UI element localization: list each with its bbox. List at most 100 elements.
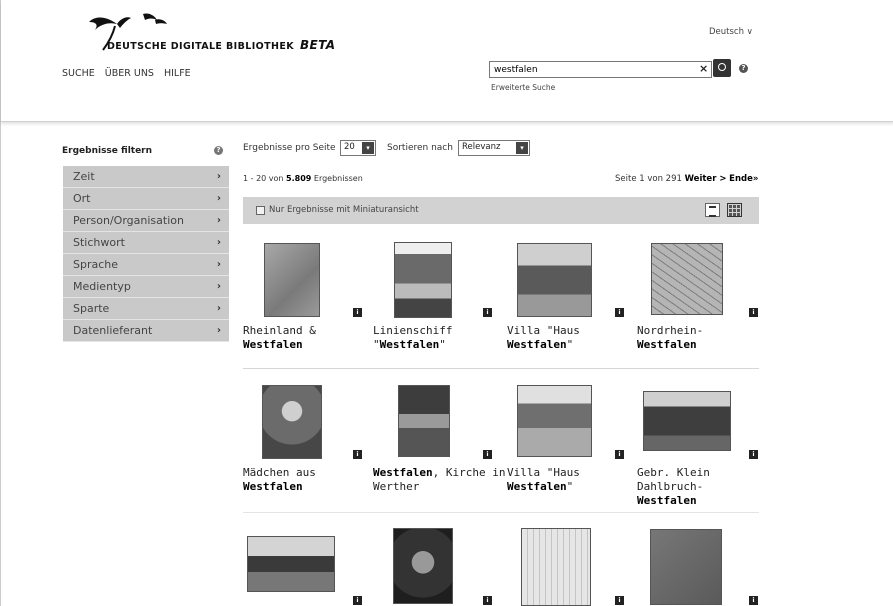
chevron-right-icon: ›	[216, 215, 221, 226]
page: DEUTSCHE DIGITALE BIBLIOTHEK BETA SUCHE Ü…	[0, 0, 893, 606]
result-card[interactable]: i Nordrhein-Westfalen	[637, 240, 761, 352]
chevron-right-icon: ›	[216, 281, 221, 292]
result-range: 1 - 20 von	[243, 174, 287, 183]
filter-sparte[interactable]: Sparte ›	[63, 298, 229, 320]
result-count: 1 - 20 von 5.809 Ergebnissen	[243, 174, 363, 183]
info-icon[interactable]: i	[483, 308, 492, 317]
result-card[interactable]: i Westfalen, Kirche in Werther	[373, 382, 505, 493]
result-card[interactable]: i Villa "Haus Westfalen"	[507, 240, 637, 352]
nav-suche[interactable]: SUCHE	[62, 68, 95, 79]
search-button[interactable]	[713, 59, 731, 77]
title-suffix: "	[566, 338, 574, 351]
info-icon[interactable]: i	[483, 450, 492, 459]
result-card[interactable]: i	[637, 524, 761, 606]
result-thumbnail[interactable]	[650, 529, 722, 605]
grid-view-icon[interactable]	[727, 203, 742, 217]
thumbnail-only-checkbox[interactable]	[256, 206, 265, 215]
result-thumbnail[interactable]	[394, 242, 452, 318]
next-page-link[interactable]: Weiter >	[685, 174, 727, 184]
title-highlight: Westfalen	[507, 338, 567, 351]
chevron-right-icon: ›	[216, 193, 221, 204]
result-card[interactable]: i Mädchen aus Westfalen	[243, 382, 373, 494]
result-thumbnail[interactable]	[262, 385, 322, 459]
info-icon[interactable]: i	[749, 596, 758, 605]
sort-label: Sortieren nach	[387, 143, 453, 153]
filter-title: Ergebnisse filtern	[62, 146, 153, 156]
title-highlight: Westfalen	[637, 494, 697, 507]
result-card[interactable]: i Villa "Haus Westfalen"	[507, 382, 637, 494]
title-suffix: "	[439, 338, 446, 351]
list-view-icon[interactable]	[705, 203, 720, 217]
row-divider	[243, 512, 759, 513]
info-icon[interactable]: i	[353, 450, 362, 459]
search-input[interactable]	[489, 61, 712, 78]
row-divider	[243, 368, 759, 369]
result-card[interactable]: i Gebr. Klein Dahlbruch-Westfalen	[637, 382, 761, 507]
result-thumbnail[interactable]	[264, 243, 320, 317]
result-thumbnail[interactable]	[398, 385, 450, 457]
result-thumbnail[interactable]	[521, 528, 591, 606]
title-highlight: Westfalen	[507, 480, 567, 493]
result-thumbnail[interactable]	[393, 528, 453, 604]
language-selector[interactable]: Deutsch ∨	[709, 27, 753, 37]
chevron-right-icon: ›	[216, 303, 221, 314]
results-toolbar: Nur Ergebnisse mit Miniaturansicht	[243, 197, 759, 224]
result-thumbnail[interactable]	[517, 243, 592, 317]
result-title[interactable]: Mädchen aus Westfalen	[243, 466, 363, 494]
result-thumbnail[interactable]	[651, 243, 723, 315]
title-prefix: Mädchen aus	[243, 466, 316, 479]
result-title[interactable]: Nordrhein-Westfalen	[637, 324, 761, 352]
nav-hilfe[interactable]: HILFE	[164, 68, 191, 79]
filter-ort[interactable]: Ort ›	[63, 188, 229, 210]
result-thumbnail[interactable]	[643, 391, 731, 451]
result-card[interactable]: i	[243, 524, 373, 606]
result-card[interactable]: i	[507, 524, 637, 606]
clear-search-icon[interactable]: ×	[699, 62, 708, 75]
result-title[interactable]: Villa "Haus Westfalen"	[507, 324, 617, 352]
result-card[interactable]: i	[373, 524, 503, 606]
thumbnail-only-label[interactable]: Nur Ergebnisse mit Miniaturansicht	[269, 205, 419, 215]
info-icon[interactable]: i	[615, 450, 624, 459]
search-help-icon[interactable]: ?	[739, 64, 748, 73]
info-icon[interactable]: i	[353, 596, 362, 605]
filter-zeit[interactable]: Zeit ›	[63, 166, 229, 188]
sort-select[interactable]: Relevanz ▾	[458, 140, 530, 156]
result-title[interactable]: Linienschiff "Westfalen"	[373, 324, 501, 352]
result-title[interactable]: Rheinland & Westfalen	[243, 324, 373, 352]
info-icon[interactable]: i	[749, 450, 758, 459]
chevron-right-icon: ›	[216, 259, 221, 270]
info-icon[interactable]: i	[749, 308, 758, 317]
filter-label: Ort	[73, 192, 91, 205]
info-icon[interactable]: i	[483, 596, 492, 605]
brand-title[interactable]: DEUTSCHE DIGITALE BIBLIOTHEK BETA	[107, 38, 336, 52]
pagination: Seite 1 von 291 Weiter > Ende»	[615, 174, 758, 184]
advanced-search-link[interactable]: Erweiterte Suche	[491, 83, 555, 92]
info-icon[interactable]: i	[615, 308, 624, 317]
dropdown-arrow-icon: ▾	[362, 142, 374, 154]
filter-label: Person/Organisation	[73, 214, 184, 227]
beta-badge: BETA	[300, 38, 336, 52]
filter-label: Datenlieferant	[73, 324, 153, 337]
result-title[interactable]: Westfalen, Kirche in Werther	[373, 466, 507, 494]
filter-datenlieferant[interactable]: Datenlieferant ›	[63, 320, 229, 342]
nav-ueber-uns[interactable]: ÜBER UNS	[105, 68, 154, 79]
result-card[interactable]: i Linienschiff "Westfalen"	[373, 240, 503, 352]
filter-medientyp[interactable]: Medientyp ›	[63, 276, 229, 298]
info-icon[interactable]: i	[353, 308, 362, 317]
per-page-value: 20	[344, 142, 355, 152]
result-title[interactable]: Villa "Haus Westfalen"	[507, 466, 617, 494]
result-thumbnail[interactable]	[517, 385, 592, 457]
result-thumbnail[interactable]	[247, 536, 335, 592]
title-highlight: Westfalen	[243, 338, 303, 351]
result-title[interactable]: Gebr. Klein Dahlbruch-Westfalen	[637, 466, 761, 508]
last-page-link[interactable]: Ende»	[729, 174, 758, 184]
title-prefix: Gebr. Klein Dahlbruch-	[637, 466, 710, 493]
filter-help-icon[interactable]: ?	[214, 146, 223, 155]
info-icon[interactable]: i	[615, 596, 624, 605]
filter-person-organisation[interactable]: Person/Organisation ›	[63, 210, 229, 232]
filter-stichwort[interactable]: Stichwort ›	[63, 232, 229, 254]
per-page-select[interactable]: 20 ▾	[340, 140, 376, 156]
result-card[interactable]: i Rheinland & Westfalen	[243, 240, 373, 352]
filter-sprache[interactable]: Sprache ›	[63, 254, 229, 276]
filter-list: Zeit › Ort › Person/Organisation › Stichwor…	[63, 166, 229, 342]
